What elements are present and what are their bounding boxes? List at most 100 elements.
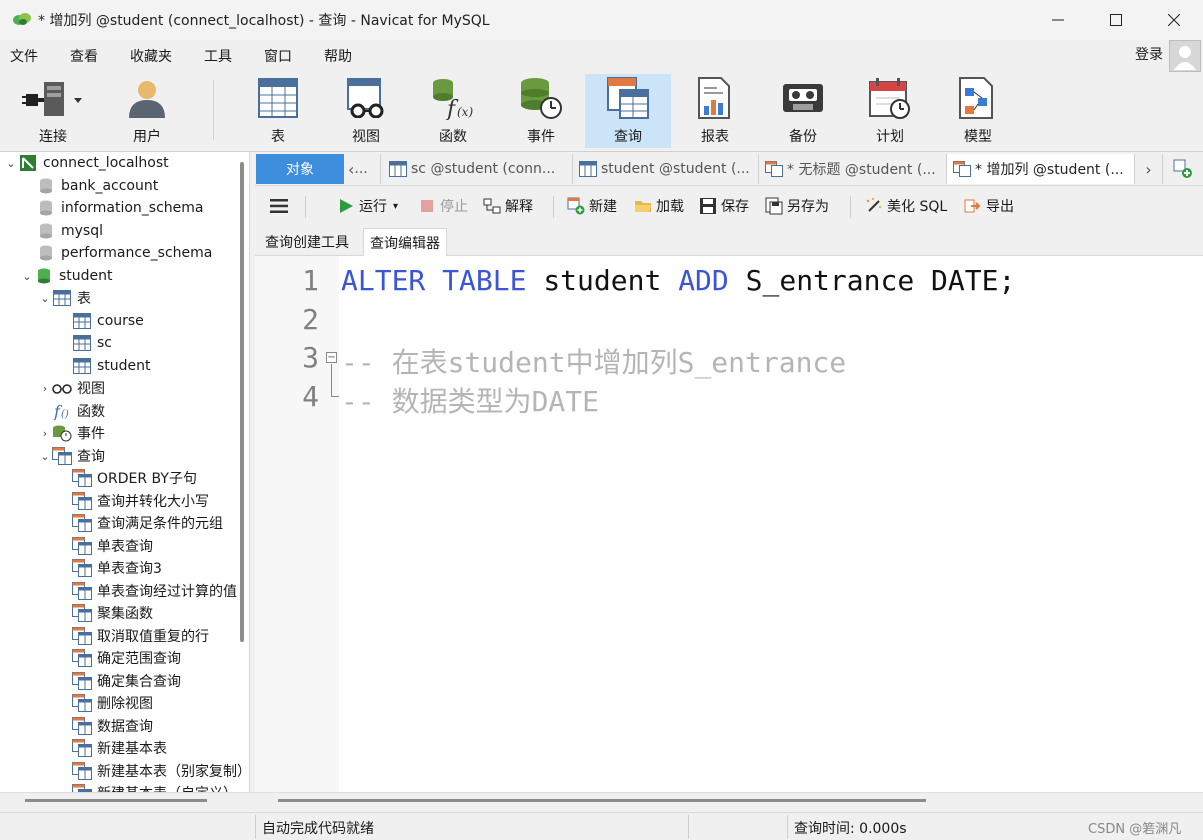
- tree-query-item[interactable]: 聚集函数: [58, 602, 153, 624]
- tree-query-item[interactable]: ORDER BY子句: [58, 467, 197, 489]
- view-glasses-icon: [52, 384, 72, 394]
- menu-view[interactable]: 查看: [70, 46, 98, 66]
- tree-query-item[interactable]: 删除视图: [58, 692, 153, 714]
- tree-query-item[interactable]: 确定范围查询: [58, 647, 181, 669]
- stop-button[interactable]: 停止: [418, 194, 468, 218]
- tab-add-column[interactable]: * 增加列 @student (...: [947, 154, 1135, 184]
- tab-sc[interactable]: sc @student (conn...: [383, 154, 573, 184]
- save-button[interactable]: 保存: [699, 194, 749, 218]
- tab-student[interactable]: student @student (...: [573, 154, 759, 184]
- run-dropdown-icon[interactable]: ▾: [393, 201, 398, 212]
- tree-connection[interactable]: ⌄ connect_localhost: [4, 152, 169, 174]
- tree-db-mysql[interactable]: mysql: [22, 220, 103, 242]
- query-item-label: 新建基本表: [97, 741, 167, 757]
- tab-untitled[interactable]: * 无标题 @student (...: [759, 154, 947, 184]
- backup-button[interactable]: 备份: [760, 74, 846, 148]
- run-button[interactable]: 运行 ▾: [337, 194, 398, 218]
- chevron-down-icon[interactable]: ⌄: [4, 157, 18, 170]
- plug-connection-icon: [22, 82, 82, 116]
- menu-hamburger-button[interactable]: [269, 194, 289, 218]
- tree-query-item[interactable]: 数据查询: [58, 715, 153, 737]
- query-icon: [72, 559, 92, 577]
- schedule-button[interactable]: 计划: [847, 74, 933, 148]
- query-item-label: 确定集合查询: [97, 673, 181, 690]
- explain-button[interactable]: 解释: [483, 194, 533, 218]
- table-button[interactable]: 表: [235, 74, 321, 148]
- sidebar-horizontal-scrollbar[interactable]: [25, 799, 207, 802]
- tree-events-folder[interactable]: › 事件: [38, 422, 105, 444]
- chevron-down-icon[interactable]: ⌄: [20, 270, 34, 283]
- chevron-right-icon[interactable]: ›: [38, 427, 52, 440]
- database-icon: [40, 200, 52, 216]
- tree-query-item[interactable]: 单表查询3: [58, 557, 162, 579]
- editor-horizontal-scrollbar[interactable]: [278, 799, 926, 802]
- save-as-button[interactable]: 另存为: [765, 194, 829, 218]
- table-icon: [258, 78, 298, 118]
- user-button[interactable]: 用户: [104, 74, 190, 148]
- query-item-label: 单表查询: [97, 538, 153, 555]
- sql-editor[interactable]: 1 2 3 4 − ALTER TABLE student ADD S_entr…: [255, 256, 1203, 792]
- tab-objects[interactable]: 对象: [256, 154, 344, 184]
- tree-views-folder[interactable]: › 视图: [38, 377, 105, 399]
- minimize-button[interactable]: [1029, 0, 1087, 40]
- tree-query-item[interactable]: 查询并转化大小写: [58, 490, 209, 512]
- tree-query-item[interactable]: 新建基本表（自定义）: [58, 782, 237, 792]
- menu-favorites[interactable]: 收藏夹: [130, 46, 172, 66]
- menu-help[interactable]: 帮助: [324, 46, 352, 66]
- minimize-icon: [1052, 19, 1064, 21]
- chevron-down-icon[interactable]: ⌄: [38, 450, 52, 463]
- fold-toggle-icon[interactable]: −: [326, 352, 337, 363]
- magic-wand-icon: [866, 198, 881, 212]
- tab-query-editor[interactable]: 查询编辑器: [363, 228, 447, 256]
- menu-tools[interactable]: 工具: [204, 46, 232, 66]
- menu-window[interactable]: 窗口: [264, 46, 292, 66]
- maximize-button[interactable]: [1087, 0, 1145, 40]
- report-button[interactable]: 报表: [672, 74, 758, 148]
- load-button[interactable]: 加载: [634, 194, 684, 218]
- login-link[interactable]: 登录: [1135, 44, 1163, 64]
- tree-query-item[interactable]: 确定集合查询: [58, 670, 181, 692]
- tree-db-bank-account[interactable]: bank_account: [22, 175, 158, 197]
- account-avatar[interactable]: [1169, 40, 1201, 72]
- connect-button[interactable]: 连接: [10, 74, 96, 148]
- tree-db-information-schema[interactable]: information_schema: [22, 197, 204, 219]
- tab-scroll-left[interactable]: ‹ ...: [344, 154, 381, 184]
- tab-scroll-right[interactable]: ›: [1135, 154, 1163, 184]
- tree-query-item[interactable]: 新建基本表（别家复制）: [58, 760, 249, 782]
- new-tab-button[interactable]: [1165, 154, 1201, 184]
- query-button[interactable]: 查询: [585, 74, 671, 148]
- tree-query-item[interactable]: 新建基本表: [58, 737, 167, 759]
- chevron-down-icon[interactable]: ⌄: [38, 292, 52, 305]
- new-query-label: 新建: [589, 199, 617, 215]
- tab-student-label: student @student (...: [601, 161, 750, 177]
- tree-table-sc[interactable]: sc: [58, 332, 112, 354]
- tree-db-performance-schema[interactable]: performance_schema: [22, 242, 212, 264]
- tree-queries-folder[interactable]: ⌄ 查询: [38, 445, 105, 467]
- model-button[interactable]: 模型: [935, 74, 1021, 148]
- tab-query-builder[interactable]: 查询创建工具: [259, 228, 355, 256]
- event-clock-icon: [521, 78, 562, 119]
- tree-table-student[interactable]: student: [58, 355, 151, 377]
- export-button[interactable]: 导出: [964, 194, 1014, 218]
- tree-table-course[interactable]: course: [58, 310, 144, 332]
- tree-functions-folder[interactable]: f() 函数: [38, 400, 105, 422]
- menu-file[interactable]: 文件: [10, 46, 38, 66]
- tree-query-item[interactable]: 单表查询经过计算的值: [58, 580, 237, 602]
- tree-db-student[interactable]: ⌄ student: [20, 265, 112, 287]
- new-query-button[interactable]: 新建: [567, 194, 617, 218]
- event-button[interactable]: 事件: [498, 74, 584, 148]
- sidebar-scrollbar[interactable]: [240, 162, 244, 642]
- tree-query-item[interactable]: 取消取值重复的行: [58, 625, 209, 647]
- sql-keyword: ADD: [678, 264, 729, 297]
- function-button[interactable]: f (x) 函数: [410, 74, 496, 148]
- tree-query-item[interactable]: 单表查询: [58, 535, 153, 557]
- table-icon: [73, 335, 91, 351]
- query-item-label: 单表查询3: [97, 561, 162, 577]
- tree-query-item[interactable]: 查询满足条件的元组: [58, 512, 223, 534]
- tree-tables-folder[interactable]: ⌄ 表: [38, 287, 91, 309]
- view-button[interactable]: 视图: [323, 74, 409, 148]
- stop-label: 停止: [440, 199, 468, 215]
- beautify-sql-button[interactable]: 美化 SQL: [865, 194, 947, 218]
- close-button[interactable]: [1145, 0, 1203, 40]
- chevron-right-icon[interactable]: ›: [38, 382, 52, 395]
